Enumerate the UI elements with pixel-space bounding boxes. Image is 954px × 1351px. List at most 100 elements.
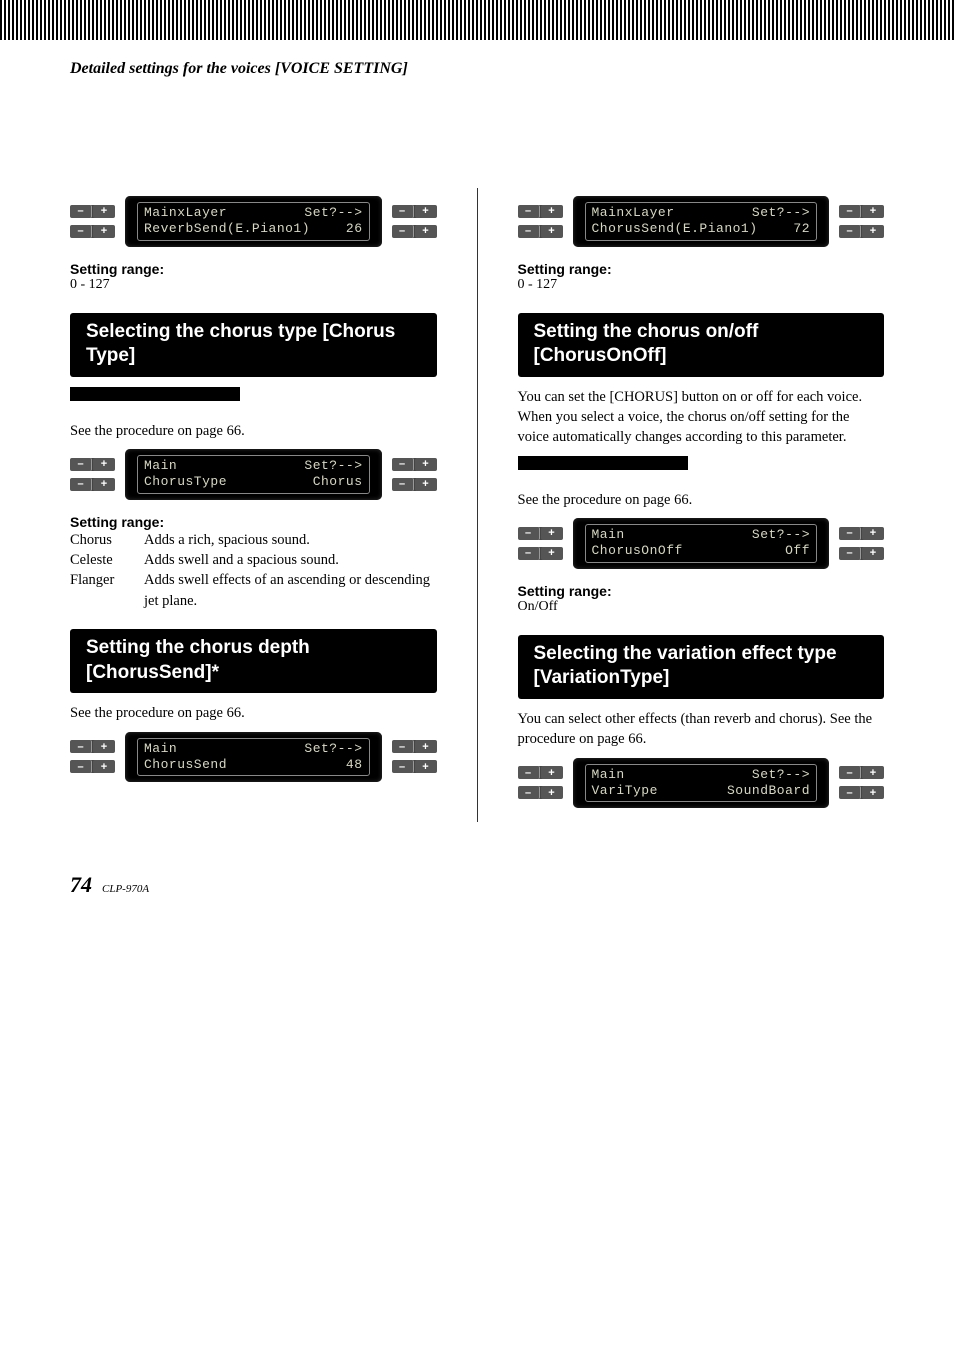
minus-button[interactable]: –	[70, 478, 92, 491]
adjust-buttons-top-right[interactable]: –+	[392, 458, 437, 471]
plus-button[interactable]: +	[93, 205, 115, 218]
minus-button[interactable]: –	[392, 225, 414, 238]
adjust-buttons-top-left[interactable]: –+	[518, 205, 563, 218]
adjust-buttons-bot-left[interactable]: –+	[518, 786, 563, 799]
adjust-buttons-bot-right[interactable]: –+	[392, 225, 437, 238]
minus-button[interactable]: –	[839, 766, 861, 779]
adjust-buttons-top-left[interactable]: –+	[70, 458, 115, 471]
see-procedure: See the procedure on page 66.	[518, 490, 885, 510]
plus-button[interactable]: +	[93, 760, 115, 773]
column-divider	[477, 188, 478, 822]
lcd-vari-type: –+ –+ MainSet?--> VariTypeSoundBoard –+ …	[518, 758, 885, 809]
minus-button[interactable]: –	[839, 786, 861, 799]
lcd-text: ChorusType	[144, 474, 227, 490]
plus-button[interactable]: +	[541, 205, 563, 218]
adjust-buttons-top-right[interactable]: –+	[839, 205, 884, 218]
right-column: –+ –+ MainxLayerSet?--> ChorusSend(E.Pia…	[518, 188, 885, 822]
minus-button[interactable]: –	[392, 478, 414, 491]
minus-button[interactable]: –	[518, 786, 540, 799]
adjust-buttons-bot-right[interactable]: –+	[839, 547, 884, 560]
plus-button[interactable]: +	[415, 225, 437, 238]
adjust-buttons-top-right[interactable]: –+	[839, 766, 884, 779]
adjust-buttons-top-right[interactable]: –+	[392, 205, 437, 218]
adjust-buttons-top-left[interactable]: –+	[70, 740, 115, 753]
heading-chorus-send: Setting the chorus depth [ChorusSend]*	[70, 629, 437, 693]
minus-button[interactable]: –	[392, 458, 414, 471]
lcd-text: Set?-->	[752, 767, 810, 783]
plus-button[interactable]: +	[541, 547, 563, 560]
lcd-text: Set?-->	[752, 205, 810, 221]
range-key: Celeste	[70, 550, 144, 570]
adjust-buttons-bot-left[interactable]: –+	[70, 225, 115, 238]
plus-button[interactable]: +	[862, 527, 884, 540]
minus-button[interactable]: –	[392, 760, 414, 773]
lcd-text: 26	[346, 221, 363, 237]
lcd-text: Off	[785, 543, 810, 559]
plus-button[interactable]: +	[93, 458, 115, 471]
plus-button[interactable]: +	[415, 760, 437, 773]
adjust-buttons-top-left[interactable]: –+	[518, 766, 563, 779]
body-variation-type: You can select other effects (than rever…	[518, 709, 885, 750]
adjust-buttons-bot-left[interactable]: –+	[70, 478, 115, 491]
lcd-reverb-send: –+ –+ MainxLayerSet?--> ReverbSend(E.Pia…	[70, 196, 437, 247]
plus-button[interactable]: +	[862, 766, 884, 779]
minus-button[interactable]: –	[518, 547, 540, 560]
adjust-buttons-bot-left[interactable]: –+	[518, 225, 563, 238]
plus-button[interactable]: +	[862, 547, 884, 560]
adjust-buttons-bot-right[interactable]: –+	[392, 478, 437, 491]
adjust-buttons-bot-left[interactable]: –+	[518, 547, 563, 560]
adjust-buttons-bot-left[interactable]: –+	[70, 760, 115, 773]
adjust-buttons-bot-right[interactable]: –+	[839, 786, 884, 799]
decorative-stripes	[0, 0, 954, 40]
minus-button[interactable]: –	[518, 527, 540, 540]
setting-range-label: Setting range:	[518, 583, 885, 599]
adjust-buttons-top-left[interactable]: –+	[70, 205, 115, 218]
plus-button[interactable]: +	[93, 740, 115, 753]
plus-button[interactable]: +	[415, 458, 437, 471]
plus-button[interactable]: +	[415, 478, 437, 491]
adjust-buttons-top-right[interactable]: –+	[839, 527, 884, 540]
minus-button[interactable]: –	[518, 766, 540, 779]
lcd-text: Main	[144, 458, 177, 474]
minus-button[interactable]: –	[518, 225, 540, 238]
minus-button[interactable]: –	[70, 205, 92, 218]
plus-button[interactable]: +	[415, 740, 437, 753]
minus-button[interactable]: –	[518, 205, 540, 218]
minus-button[interactable]: –	[70, 458, 92, 471]
page-number: 74	[70, 872, 92, 898]
minus-button[interactable]: –	[839, 205, 861, 218]
minus-button[interactable]: –	[392, 740, 414, 753]
lcd-text: 48	[346, 757, 363, 773]
plus-button[interactable]: +	[541, 527, 563, 540]
plus-button[interactable]: +	[93, 478, 115, 491]
minus-button[interactable]: –	[70, 760, 92, 773]
adjust-buttons-top-right[interactable]: –+	[392, 740, 437, 753]
lcd-text: ChorusSend	[144, 757, 227, 773]
minus-button[interactable]: –	[70, 740, 92, 753]
plus-button[interactable]: +	[541, 786, 563, 799]
plus-button[interactable]: +	[415, 205, 437, 218]
setting-range-value: On/Off	[518, 599, 885, 615]
plus-button[interactable]: +	[862, 205, 884, 218]
plus-button[interactable]: +	[93, 225, 115, 238]
page-section-title: Detailed settings for the voices [VOICE …	[70, 60, 884, 78]
see-procedure: See the procedure on page 66.	[70, 421, 437, 441]
plus-button[interactable]: +	[862, 225, 884, 238]
heading-chorus-type: Selecting the chorus type [Chorus Type]	[70, 313, 437, 377]
heading-chorus-onoff: Setting the chorus on/off [ChorusOnOff]	[518, 313, 885, 377]
minus-button[interactable]: –	[839, 225, 861, 238]
adjust-buttons-bot-right[interactable]: –+	[392, 760, 437, 773]
lcd-text: Chorus	[313, 474, 363, 490]
range-desc: Adds a rich, spacious sound.	[144, 530, 310, 550]
minus-button[interactable]: –	[839, 547, 861, 560]
plus-button[interactable]: +	[862, 786, 884, 799]
plus-button[interactable]: +	[541, 766, 563, 779]
lcd-text: Main	[144, 741, 177, 757]
range-desc: Adds swell and a spacious sound.	[144, 550, 339, 570]
adjust-buttons-bot-right[interactable]: –+	[839, 225, 884, 238]
minus-button[interactable]: –	[839, 527, 861, 540]
minus-button[interactable]: –	[392, 205, 414, 218]
plus-button[interactable]: +	[541, 225, 563, 238]
minus-button[interactable]: –	[70, 225, 92, 238]
adjust-buttons-top-left[interactable]: –+	[518, 527, 563, 540]
